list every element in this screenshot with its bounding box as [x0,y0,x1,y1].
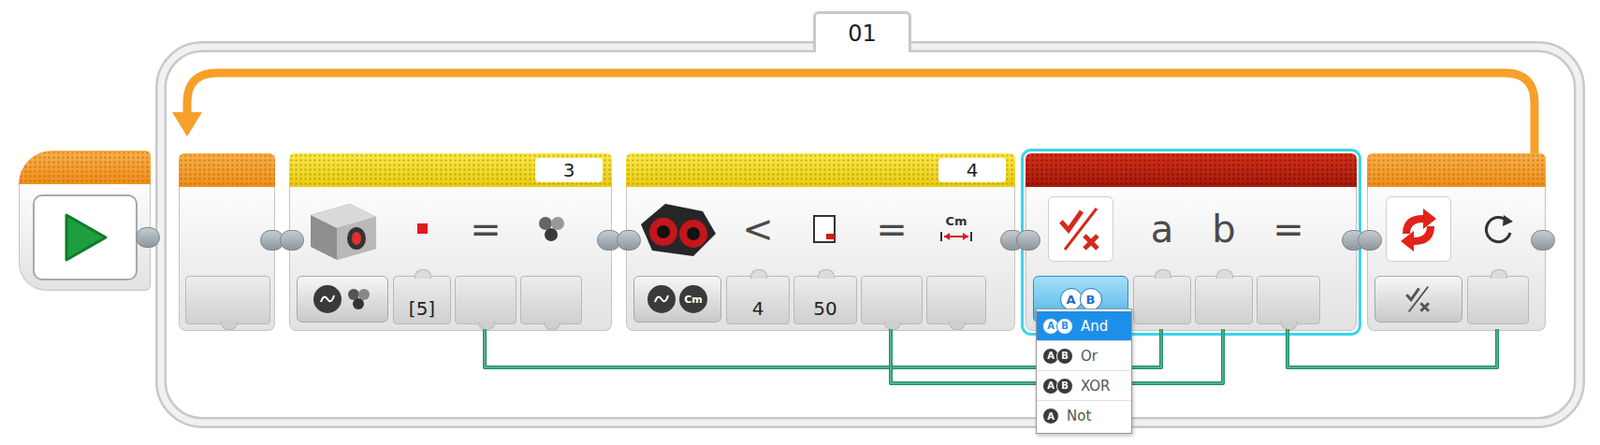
mode-menu: ABAndABOrABXORANot [1035,308,1133,435]
loop-arrow-icon [187,72,1535,158]
color-sensor-header: 3 [289,153,612,188]
loop-start-header [178,153,276,188]
check-cross-icon [1054,203,1107,256]
unit-label: Cm [679,285,708,314]
color-sensor-icon [303,196,382,262]
input-colors[interactable]: [5] [392,276,451,325]
logic-icon-box [1047,196,1114,262]
loop-start-block[interactable] [178,153,276,332]
mode-menu-item[interactable]: ABAnd [1036,311,1132,342]
threshold-icon [811,213,840,246]
color-circles-icon [345,287,372,312]
param-input[interactable] [1194,276,1253,325]
mode-icon: AB [1042,378,1074,395]
sequence-plug [135,227,160,248]
mode-icon: A [1042,407,1060,425]
ultrasonic-sensor-block[interactable]: 4Cm<450=Cm [625,153,1016,332]
logic-mode-icon [1402,283,1435,316]
color-swatch-icon [417,223,428,234]
block-sequence: 3[5]=4Cm<450=CmABab= [0,0,1600,445]
compare-type-input[interactable]: 4 [726,276,790,325]
compare-symbol: = [875,210,908,248]
loop-end-body [1367,187,1546,332]
mode-menu-item[interactable]: ABXOR [1036,371,1132,402]
threshold-input[interactable]: 50 [793,276,858,325]
sequence-plug [616,230,641,251]
param-input[interactable] [1133,276,1192,325]
mode-selector[interactable]: Cm [633,276,722,323]
cycle-icon [1479,210,1517,248]
compare-result-output[interactable] [454,276,517,325]
result-output[interactable] [1256,276,1321,325]
play-button[interactable] [32,194,138,281]
color-output[interactable] [520,276,582,325]
mode-icon: AB [1042,318,1074,335]
color-circles-icon [535,214,568,245]
port-selector[interactable]: 3 [535,158,603,183]
program-canvas: 013[5]=4Cm<450=CmABab=ABAndABOrABXORANot [0,0,1600,445]
compare-symbol: = [469,210,502,248]
ruler-arrow-icon [939,230,974,244]
sequence-plug [1016,230,1041,251]
and-mode-icon: AB [1060,288,1103,311]
sequence-plug [1357,230,1382,251]
compare-wave-icon [647,285,676,314]
operator-symbol: < [741,210,774,248]
loop-index-output[interactable] [185,276,271,325]
ultrasonic-sensor-header: 4 [625,153,1016,188]
mode-selector[interactable] [296,276,389,323]
compare-wave-icon [313,285,342,314]
port-selector[interactable]: 4 [938,158,1006,183]
data-wire[interactable] [1287,329,1498,368]
distance-output[interactable] [926,276,987,325]
loop-end-header [1367,153,1546,188]
color-sensor-block[interactable]: 3 [5] = [289,153,612,332]
loop-arrows-icon [1395,205,1442,253]
mode-menu-item[interactable]: ABOr [1036,341,1132,372]
mode-selector[interactable] [1374,276,1463,323]
ultrasonic-sensor-icon [635,196,720,262]
loop-end-block[interactable] [1367,153,1546,332]
start-header [18,150,151,185]
distance-unit: Cm [939,214,974,244]
sequence-plug [279,230,305,251]
param-label: b [1211,210,1236,248]
play-icon [60,211,110,264]
param-label: a [1150,210,1175,248]
logic-header [1025,153,1357,188]
compare-result-output[interactable] [860,276,923,325]
mode-icon: AB [1042,348,1074,365]
sequence-plug [1530,230,1556,251]
mode-menu-item[interactable]: ANot [1036,401,1132,432]
result-symbol: = [1272,210,1305,248]
loop-icon-box [1385,196,1452,262]
until-condition-input[interactable] [1467,276,1529,325]
start-body [18,184,151,291]
color-sensor-body: [5] = [289,187,612,332]
loop-name[interactable]: 01 [813,11,912,53]
logic-operations-block[interactable]: AB ab = [1025,153,1357,332]
ultrasonic-sensor-body: Cm <450 = Cm [625,187,1016,332]
loop-start-body [178,187,276,332]
start-block[interactable] [18,150,151,291]
